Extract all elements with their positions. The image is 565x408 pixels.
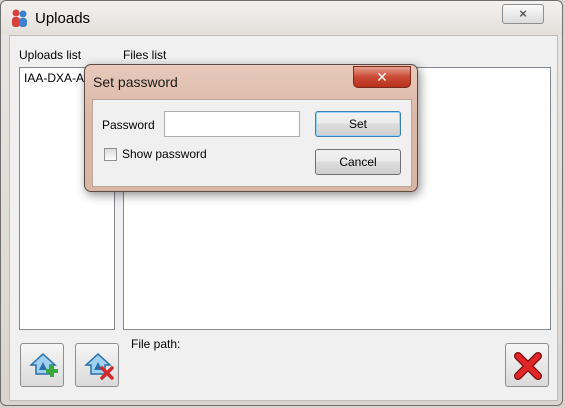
- delete-button[interactable]: [505, 343, 549, 387]
- show-password-label: Show password: [122, 147, 207, 161]
- password-input[interactable]: [164, 111, 300, 137]
- set-password-dialog: Set password ✕ Password Show password Se…: [84, 64, 418, 192]
- dialog-close-button[interactable]: ✕: [353, 66, 411, 88]
- add-upload-button[interactable]: [20, 343, 64, 387]
- file-path-label: File path:: [131, 337, 181, 351]
- red-x-icon: [514, 352, 542, 380]
- set-button[interactable]: Set: [315, 111, 401, 137]
- show-password-checkbox[interactable]: [104, 148, 117, 161]
- cancel-button[interactable]: Cancel: [315, 149, 401, 175]
- dialog-title: Set password: [93, 74, 178, 90]
- upload-remove-icon: [84, 352, 114, 380]
- files-list-label: Files list: [123, 48, 167, 62]
- password-label: Password: [102, 118, 155, 132]
- uploads-list-label: Uploads list: [19, 48, 82, 62]
- dialog-body: Password Show password Set Cancel: [92, 99, 412, 187]
- app-users-icon: [12, 9, 27, 27]
- window-title: Uploads: [35, 10, 91, 27]
- remove-upload-button[interactable]: [75, 343, 119, 387]
- upload-add-icon: [29, 352, 58, 377]
- window-close-button[interactable]: ×: [502, 4, 544, 24]
- title-bar: Uploads ×: [1, 1, 562, 35]
- list-item[interactable]: IAA-DXA-A: [24, 71, 84, 85]
- uploads-window: Uploads × Uploads list Files list IAA-DX…: [0, 0, 563, 406]
